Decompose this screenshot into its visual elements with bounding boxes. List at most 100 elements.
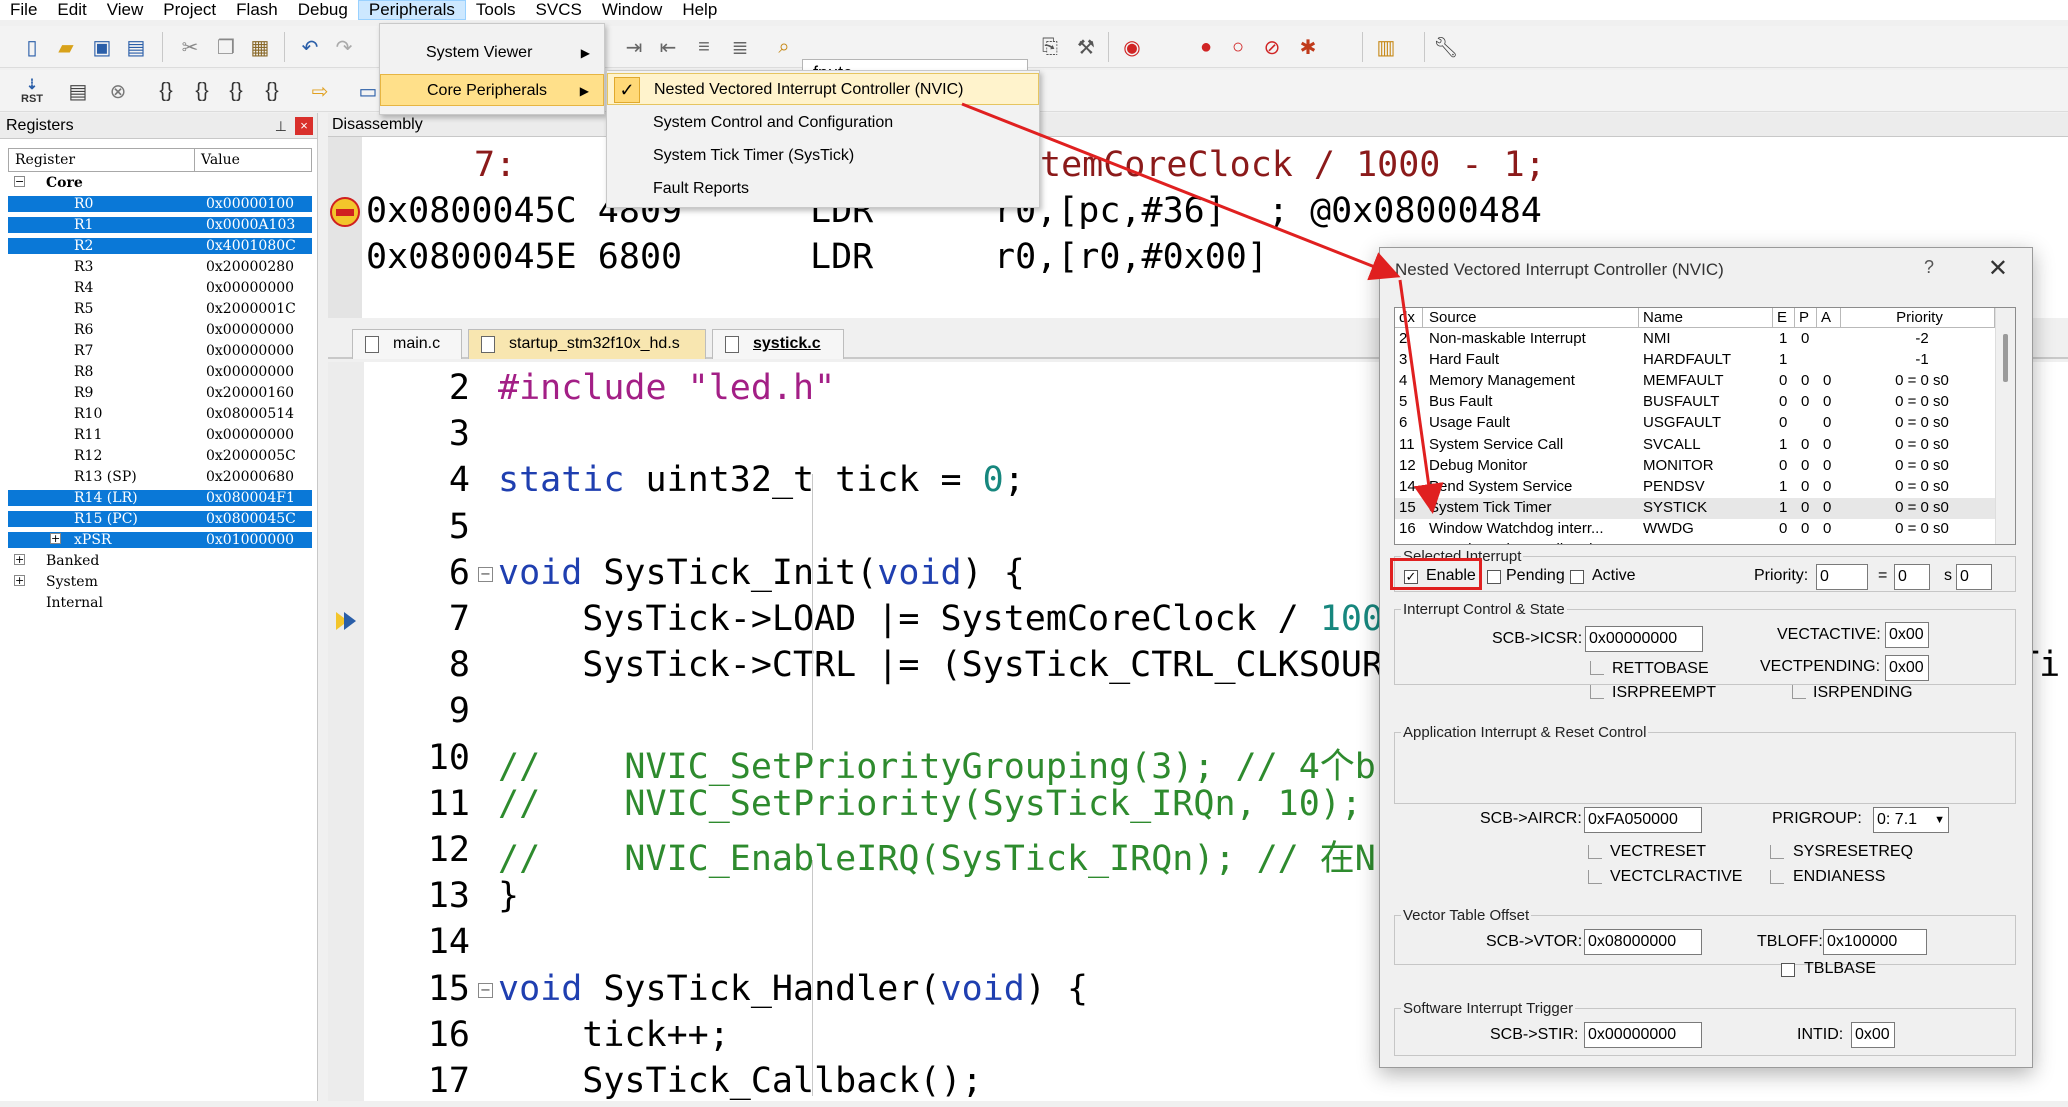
column-register[interactable]: Register xyxy=(9,149,195,171)
nvic-column-header[interactable]: A xyxy=(1817,308,1841,328)
register-value[interactable]: 0x00000000 xyxy=(200,364,312,380)
register-row[interactable]: R4 0x00000000 xyxy=(8,277,312,298)
find-icon[interactable]: ⎘ xyxy=(1036,33,1064,61)
nvic-row[interactable]: 4 Memory Management MEMFAULT 0 0 0 0 = 0 s0 xyxy=(1395,371,1995,392)
register-group-banked[interactable]: + Banked xyxy=(8,550,312,571)
register-row[interactable]: R12 0x2000005C xyxy=(8,445,312,466)
stir-input[interactable]: 0x00000000 xyxy=(1584,1022,1702,1048)
new-file-icon[interactable]: ▯ xyxy=(18,33,46,61)
step-out-icon[interactable]: {} xyxy=(222,77,250,105)
nvic-row[interactable]: 16 Window Watchdog interr... WWDG 0 0 0 0 = 0 … xyxy=(1395,519,1995,540)
undo-icon[interactable]: ↶ xyxy=(296,33,324,61)
debug-arrow-icon[interactable]: ⇨ xyxy=(306,77,334,105)
step-into-icon[interactable]: {} xyxy=(152,77,180,105)
menu-item-nvic[interactable]: ✓ Nested Vectored Interrupt Controller (N… xyxy=(607,73,1039,105)
register-value[interactable]: 0x08000514 xyxy=(200,406,312,422)
register-row[interactable]: R11 0x00000000 xyxy=(8,424,312,445)
vertical-scrollbar[interactable] xyxy=(1995,308,2015,544)
register-row[interactable]: R6 0x00000000 xyxy=(8,319,312,340)
collapse-icon[interactable]: − xyxy=(14,176,25,187)
expand-icon[interactable]: + xyxy=(50,533,61,544)
stop-icon[interactable]: ⊗ xyxy=(104,77,132,105)
register-row[interactable]: R1 0x0000A103 xyxy=(8,214,312,235)
menu-item-systick[interactable]: System Tick Timer (SysTick) xyxy=(607,140,1039,172)
register-row[interactable]: R5 0x2000001C xyxy=(8,298,312,319)
vtor-input[interactable]: 0x08000000 xyxy=(1584,929,1702,955)
icsr-input[interactable]: 0x00000000 xyxy=(1585,626,1703,652)
disasm-row-2[interactable]: 0x0800045E 6800 xyxy=(366,237,682,277)
register-row[interactable]: R13 (SP) 0x20000680 xyxy=(8,466,312,487)
paste-icon[interactable]: ▦ xyxy=(246,33,274,61)
breakpoint-toggle-icon[interactable]: ⊘ xyxy=(1258,33,1286,61)
register-group-system[interactable]: + System xyxy=(8,571,312,592)
register-row[interactable]: R15 (PC) 0x0800045C xyxy=(8,508,312,529)
sysresetreq-checkbox[interactable] xyxy=(1770,845,1784,859)
column-value[interactable]: Value xyxy=(195,149,311,171)
register-value[interactable]: 0x00000000 xyxy=(200,427,312,443)
register-value[interactable]: 0x0000A103 xyxy=(200,216,312,233)
tab-main-c[interactable]: main.c xyxy=(352,329,462,359)
run-icon[interactable]: ▤ xyxy=(64,77,92,105)
vectactive-input[interactable]: 0x00 xyxy=(1885,622,1929,648)
register-row[interactable]: + xPSR 0x01000000 xyxy=(8,529,312,550)
isrpending-checkbox[interactable] xyxy=(1792,685,1806,699)
register-row[interactable]: R0 0x00000100 xyxy=(8,193,312,214)
expand-icon[interactable]: + xyxy=(14,554,25,565)
save-all-icon[interactable]: ▤ xyxy=(122,33,150,61)
menu-tools[interactable]: Tools xyxy=(466,0,526,20)
menu-file[interactable]: File xyxy=(0,0,47,20)
register-row[interactable]: R14 (LR) 0x080004F1 xyxy=(8,487,312,508)
nvic-row[interactable]: 11 System Service Call SVCALL 1 0 0 0 = 0 s0 xyxy=(1395,435,1995,456)
register-value[interactable]: 0x01000000 xyxy=(200,531,312,548)
register-value[interactable]: 0x2000001C xyxy=(200,301,312,317)
fold-toggle-icon[interactable]: − xyxy=(478,566,493,582)
expand-icon[interactable]: + xyxy=(14,575,25,586)
tblbase-checkbox[interactable] xyxy=(1781,963,1795,977)
nvic-row[interactable]: 2 Non-maskable Interrupt NMI 1 0 -2 xyxy=(1395,329,1995,350)
nvic-interrupt-list[interactable]: dx Source Name E P A Priority 2 Non-maskable In… xyxy=(1394,307,2016,545)
intid-input[interactable]: 0x00 xyxy=(1851,1022,1895,1048)
uncomment-icon[interactable]: ≣ xyxy=(726,33,754,61)
register-value[interactable]: 0x00000000 xyxy=(200,322,312,338)
register-value[interactable]: 0x080004F1 xyxy=(200,489,312,506)
register-group-internal[interactable]: Internal xyxy=(8,592,312,613)
nvic-column-header[interactable]: E xyxy=(1773,308,1795,328)
help-icon[interactable]: ? xyxy=(1924,257,1934,278)
endianess-checkbox[interactable] xyxy=(1770,870,1784,884)
nvic-row[interactable]: 3 Hard Fault HARDFAULT 1 -1 xyxy=(1395,350,1995,371)
copy-icon[interactable]: ❐ xyxy=(212,33,240,61)
menu-help[interactable]: Help xyxy=(672,0,727,20)
tab-startup[interactable]: startup_stm32f10x_hd.s xyxy=(468,329,706,359)
nvic-row[interactable]: 5 Bus Fault BUSFAULT 0 0 0 0 = 0 s0 xyxy=(1395,392,1995,413)
register-value[interactable]: 0x00000000 xyxy=(200,280,312,296)
menu-item-scb[interactable]: System Control and Configuration xyxy=(607,107,1039,139)
menu-item-fault-reports[interactable]: Fault Reports xyxy=(607,173,1039,205)
menu-item-core-peripherals[interactable]: Core Peripherals ▶ xyxy=(380,74,604,106)
register-value[interactable]: 0x20000280 xyxy=(200,259,312,275)
register-row[interactable]: R10 0x08000514 xyxy=(8,403,312,424)
unindent-icon[interactable]: ⇤ xyxy=(654,33,682,61)
register-row[interactable]: R8 0x00000000 xyxy=(8,361,312,382)
nvic-row[interactable]: 12 Debug Monitor MONITOR 0 0 0 0 = 0 s0 xyxy=(1395,456,1995,477)
subpriority-input[interactable]: 0 xyxy=(1956,564,1992,590)
nvic-row[interactable]: 15 System Tick Timer SYSTICK 1 0 0 0 = 0 s0 xyxy=(1395,497,1995,519)
vectpending-input[interactable]: 0x00 xyxy=(1885,655,1929,681)
active-checkbox[interactable] xyxy=(1570,570,1584,584)
run-to-cursor-icon[interactable]: {} xyxy=(258,77,286,105)
vectreset-checkbox[interactable] xyxy=(1588,845,1602,859)
nvic-column-header[interactable]: Source xyxy=(1425,308,1639,328)
pin-icon[interactable]: ⊥ xyxy=(275,113,287,139)
close-icon[interactable]: × xyxy=(295,117,313,135)
command-window-icon[interactable]: ▭ xyxy=(354,77,382,105)
priority-input[interactable]: 0 xyxy=(1816,564,1868,590)
reset-icon[interactable]: ⇣ RST xyxy=(18,76,46,105)
nvic-column-header[interactable]: P xyxy=(1795,308,1817,328)
register-value[interactable]: 0x2000005C xyxy=(200,448,312,464)
menu-view[interactable]: View xyxy=(97,0,154,20)
menu-item-system-viewer[interactable]: System Viewer ▶ xyxy=(380,37,604,69)
redo-icon[interactable]: ↷ xyxy=(330,33,358,61)
kill-breakpoints-icon[interactable]: ✱ xyxy=(1294,33,1322,61)
register-value[interactable]: 0x00000100 xyxy=(200,195,312,212)
cut-icon[interactable]: ✂ xyxy=(176,33,204,61)
menu-peripherals[interactable]: Peripherals xyxy=(357,0,466,20)
